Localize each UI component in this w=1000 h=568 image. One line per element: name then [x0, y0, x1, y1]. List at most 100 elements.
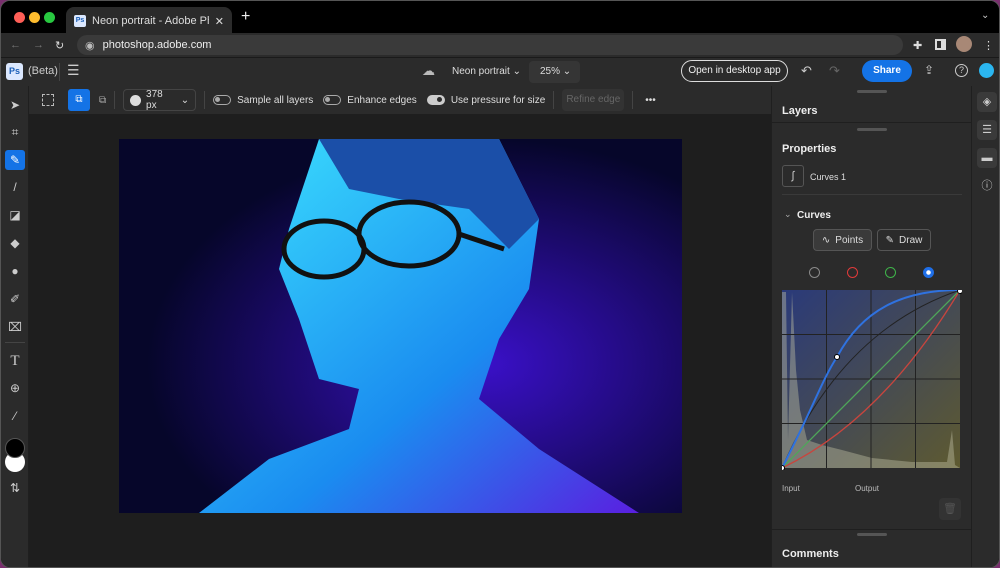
draw-button[interactable]: ✎ Draw — [877, 229, 931, 251]
curve-point[interactable] — [834, 354, 840, 360]
document-name-dropdown[interactable]: Neon portrait ⌄ — [452, 66, 521, 77]
healing-brush-tool-icon[interactable]: ✐ — [5, 289, 25, 309]
more-options-icon[interactable]: ••• — [645, 95, 656, 106]
layers-panel-title[interactable]: Layers — [782, 105, 817, 117]
maximize-window-button[interactable] — [44, 12, 55, 23]
delete-point-trash-icon[interactable]: 🗑 — [939, 498, 961, 520]
panel-grabber[interactable] — [857, 533, 887, 536]
channel-rgb-radio[interactable] — [809, 267, 820, 278]
export-icon[interactable]: ⇪ — [924, 63, 934, 77]
info-icon[interactable]: ⓘ — [977, 176, 997, 196]
browser-tab[interactable]: Ps Neon portrait - Adobe Photosh ✕ — [66, 7, 232, 35]
options-bar: ⧉ ⧉ 378 px ⌄ Sample all layers Enhance e… — [29, 86, 771, 114]
panel-grabber[interactable] — [857, 90, 887, 93]
clone-stamp-tool-icon[interactable]: ● — [5, 261, 25, 281]
beta-label: (Beta) — [28, 65, 58, 77]
comments-icon[interactable]: ▬ — [977, 148, 997, 168]
curve-point[interactable] — [782, 465, 785, 471]
use-pressure-label: Use pressure for size — [450, 94, 546, 106]
minimize-window-button[interactable] — [29, 12, 40, 23]
enhance-edges-label: Enhance edges — [347, 94, 417, 106]
points-curve-icon: ∿ — [821, 234, 831, 246]
eyedropper-tool-icon[interactable]: ⁄ — [5, 406, 25, 426]
quick-selection-tool-icon[interactable]: ✎ — [5, 150, 25, 170]
tab-title: Neon portrait - Adobe Photosh — [92, 15, 209, 27]
output-label: Output — [855, 484, 880, 493]
zoom-value: 25% — [540, 66, 561, 77]
tab-list-chevron-icon[interactable]: ⌄ — [981, 10, 989, 21]
swap-colors-icon[interactable]: ⇅ — [5, 478, 25, 498]
globe-icon: ◉ — [85, 39, 95, 52]
url-text: photoshop.adobe.com — [102, 39, 212, 51]
cloud-icon: ☁ — [422, 63, 435, 78]
panel-icon-strip: ◈ ☰ ▬ ⓘ — [971, 86, 999, 567]
help-icon[interactable]: ? — [955, 64, 968, 77]
extensions-icon[interactable]: ✚ — [913, 39, 922, 52]
chevron-down-icon: ⌄ — [180, 94, 190, 106]
sample-all-layers-toggle[interactable] — [213, 95, 232, 105]
close-tab-icon[interactable]: ✕ — [215, 15, 224, 28]
browser-menu-icon[interactable]: ⋮ — [983, 39, 994, 52]
transform-tool-icon[interactable]: ⌗ — [5, 122, 25, 142]
comments-panel-title[interactable]: Comments — [782, 548, 839, 560]
new-tab-button[interactable]: + — [241, 8, 250, 26]
input-label: Input — [782, 484, 800, 493]
foreground-color-swatch[interactable] — [5, 438, 25, 458]
refine-edge-button[interactable]: Refine edge — [562, 89, 625, 111]
curve-point[interactable] — [957, 290, 963, 294]
zoom-dropdown[interactable]: 25% ⌄ — [529, 61, 580, 83]
collapse-chevron-icon[interactable]: ⌄ — [784, 209, 792, 220]
right-panel: Layers Properties ∫ Curves 1 ⌄ Curves ∿ P… — [771, 86, 972, 567]
channel-red-radio[interactable] — [847, 267, 858, 278]
canvas-area — [29, 114, 771, 567]
pencil-icon: ✎ — [885, 234, 895, 246]
move-tool-icon[interactable]: ➤ — [5, 95, 25, 115]
document-name: Neon portrait — [452, 66, 510, 77]
back-icon[interactable]: ← — [10, 39, 21, 51]
tab-bar: Ps Neon portrait - Adobe Photosh ✕ + ⌄ — [1, 1, 999, 35]
new-selection-icon[interactable] — [42, 94, 54, 106]
app-header: Ps (Beta) ☰ ☁ Neon portrait ⌄ 25% ⌄ Open… — [1, 57, 999, 86]
tools-toolbar: ➤ ⌗ ✎ / ◪ ◆ ● ✐ ⌧ T ⊕ ⁄ ⇅ — [1, 86, 29, 567]
photoshop-favicon-icon: Ps — [74, 15, 86, 27]
forward-icon[interactable]: → — [33, 39, 44, 51]
brush-size-value: 378 px — [146, 89, 163, 111]
add-image-tool-icon[interactable]: ⊕ — [5, 378, 25, 398]
profile-avatar[interactable] — [956, 36, 972, 52]
brush-tool-icon[interactable]: / — [5, 177, 25, 197]
creative-cloud-icon[interactable] — [979, 63, 994, 78]
hamburger-menu-icon[interactable]: ☰ — [67, 62, 80, 79]
use-pressure-toggle[interactable] — [426, 95, 445, 105]
url-field[interactable]: ◉ photoshop.adobe.com — [77, 35, 903, 55]
share-button[interactable]: Share — [862, 60, 912, 82]
brush-tip-icon — [130, 94, 142, 106]
curves-graph[interactable] — [782, 290, 962, 470]
adjustments-icon[interactable]: ☰ — [977, 120, 997, 140]
points-label: Points — [835, 234, 864, 246]
redo-icon[interactable]: ↷ — [829, 63, 840, 79]
panel-grabber[interactable] — [857, 128, 887, 131]
crop-tool-icon[interactable]: ⌧ — [5, 317, 25, 337]
draw-label: Draw — [899, 234, 923, 246]
layers-icon[interactable]: ◈ — [977, 92, 997, 112]
reload-icon[interactable]: ↻ — [55, 39, 64, 52]
channel-green-radio[interactable] — [885, 267, 896, 278]
close-window-button[interactable] — [14, 12, 25, 23]
channel-blue-radio[interactable] — [923, 267, 934, 278]
brush-size-dropdown[interactable]: 378 px ⌄ — [123, 89, 197, 111]
enhance-edges-toggle[interactable] — [323, 95, 342, 105]
curves-section-title[interactable]: Curves — [797, 210, 831, 221]
layer-name: Curves 1 — [810, 172, 847, 182]
points-button[interactable]: ∿ Points — [813, 229, 872, 251]
open-in-desktop-button[interactable]: Open in desktop app — [681, 60, 788, 82]
properties-panel-title: Properties — [782, 143, 837, 155]
add-to-selection-icon[interactable]: ⧉ — [68, 89, 90, 111]
undo-icon[interactable]: ↶ — [801, 63, 812, 79]
subtract-selection-icon[interactable]: ⧉ — [99, 95, 106, 106]
sidebar-icon[interactable] — [935, 39, 946, 50]
neon-portrait-image[interactable] — [119, 139, 682, 513]
eraser-tool-icon[interactable]: ◪ — [5, 205, 25, 225]
paint-bucket-tool-icon[interactable]: ◆ — [5, 233, 25, 253]
browser-window: Ps Neon portrait - Adobe Photosh ✕ + ⌄ ←… — [0, 0, 1000, 568]
type-tool-icon[interactable]: T — [5, 351, 25, 371]
